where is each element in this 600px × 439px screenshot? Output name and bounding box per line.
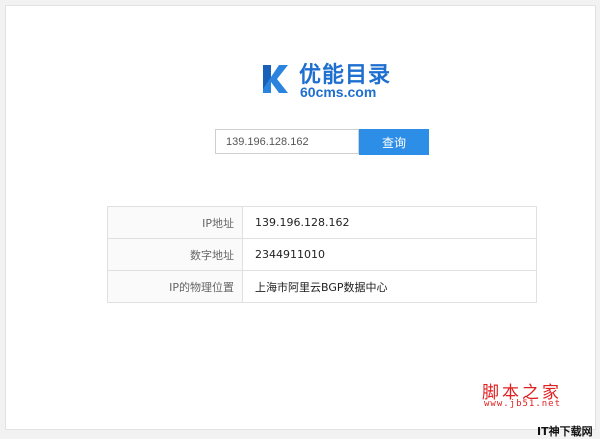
logo-mark-icon (263, 65, 288, 93)
table-row: IP的物理位置 上海市阿里云BGP数据中心 (107, 270, 537, 303)
physical-location-value: 上海市阿里云BGP数据中心 (242, 270, 537, 303)
ip-result-table: IP地址 139.196.128.162 数字地址 2344911010 IP的… (107, 206, 537, 303)
brand-logo[interactable]: 优能目录 60cms.com (257, 57, 397, 103)
ip-search-input[interactable] (215, 129, 359, 154)
ip-address-label: IP地址 (107, 206, 243, 239)
numeric-address-label: 数字地址 (107, 238, 243, 271)
table-row: 数字地址 2344911010 (107, 238, 537, 271)
ip-address-value: 139.196.128.162 (242, 206, 537, 239)
table-row: IP地址 139.196.128.162 (107, 206, 537, 239)
numeric-address-value: 2344911010 (242, 238, 537, 271)
brand-domain: 60cms.com (300, 84, 377, 100)
watermark-site-url: www.jb51.net (484, 399, 562, 409)
physical-location-label: IP的物理位置 (107, 270, 243, 303)
query-button[interactable]: 查询 (359, 129, 429, 155)
